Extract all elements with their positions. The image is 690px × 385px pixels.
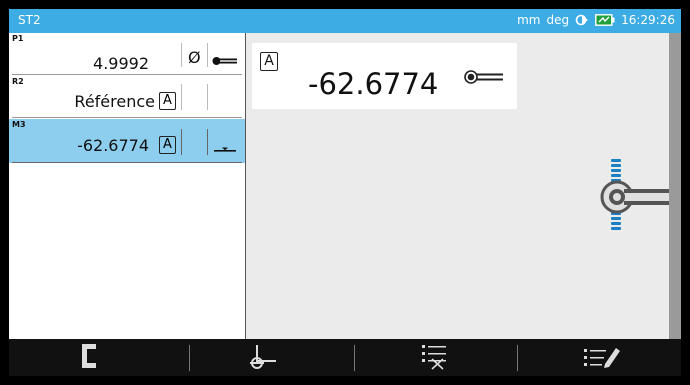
- list-item-r2[interactable]: R2 Référence A: [9, 76, 245, 118]
- column-divider: [181, 43, 182, 67]
- row-divider: [12, 74, 242, 75]
- feature-label: M3: [12, 120, 26, 129]
- feature-list: P1 4.9992 Ø R2 Référence A M3 -62.6774 A: [9, 33, 246, 339]
- row-divider: [12, 162, 242, 163]
- origin-button[interactable]: [183, 339, 343, 376]
- row-divider: [12, 117, 242, 118]
- clear-list-button[interactable]: [354, 339, 514, 376]
- list-delete-icon: [419, 342, 449, 374]
- feature-value: 4.9992: [93, 54, 149, 73]
- toolbar-divider: [517, 345, 518, 371]
- status-bar: ST2 mm deg 16:29:26: [9, 9, 681, 33]
- column-divider: [207, 84, 208, 110]
- list-item-m3[interactable]: M3 -62.6774 A: [9, 119, 245, 163]
- bracket-button[interactable]: [9, 339, 169, 376]
- vertical-scrollbar[interactable]: [669, 33, 681, 339]
- program-title: ST2: [18, 13, 41, 27]
- measurement-display: A -62.6774: [246, 33, 671, 339]
- connection-icon: [575, 14, 589, 26]
- column-divider: [207, 129, 208, 155]
- clock: 16:29:26: [621, 13, 675, 27]
- probe-tip-icon: [596, 157, 671, 241]
- bottom-toolbar: [9, 339, 681, 376]
- bracket-icon: [81, 343, 97, 373]
- feature-label: R2: [12, 77, 24, 86]
- angle-unit[interactable]: deg: [546, 13, 569, 27]
- status-area: mm deg 16:29:26: [517, 13, 675, 27]
- axis-badge: A: [159, 136, 176, 154]
- reference-text: Référence: [74, 92, 155, 111]
- measurement-value: -62.6774: [308, 67, 439, 101]
- column-divider: [181, 129, 182, 155]
- origin-icon: [248, 343, 278, 373]
- probe-horizontal-icon: [464, 69, 504, 89]
- list-item-p1[interactable]: P1 4.9992 Ø: [9, 33, 245, 75]
- axis-badge: A: [159, 92, 176, 110]
- length-unit[interactable]: mm: [517, 13, 540, 27]
- column-divider: [207, 43, 208, 67]
- readout-panel[interactable]: A -62.6774: [252, 43, 517, 109]
- diameter-symbol: Ø: [188, 48, 201, 67]
- list-edit-icon: [581, 342, 621, 374]
- battery-charging-icon: [595, 14, 615, 26]
- column-divider: [181, 84, 182, 110]
- feature-value: -62.6774: [77, 136, 149, 155]
- edit-list-button[interactable]: [521, 339, 681, 376]
- axis-badge: A: [260, 52, 278, 71]
- probe-horizontal-icon: [212, 51, 238, 70]
- screen: ST2 mm deg 16:29:26 P1 4.9992 Ø R2 Référ…: [9, 9, 681, 376]
- feature-label: P1: [12, 34, 24, 43]
- edge-probe-icon: [213, 141, 237, 160]
